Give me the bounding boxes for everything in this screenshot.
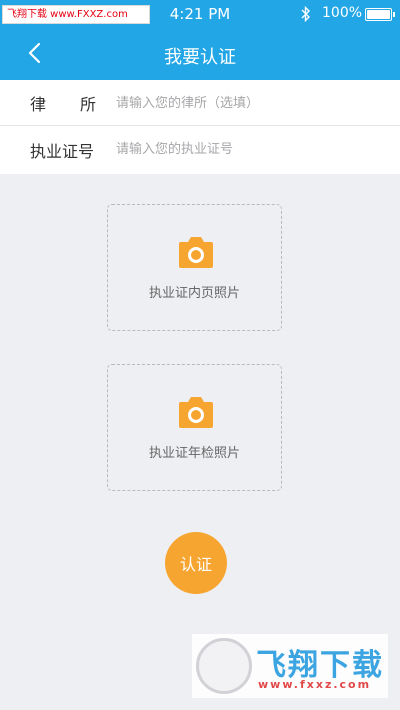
upload-annual-check-photo[interactable]: 执业证年检照片: [107, 364, 282, 491]
verification-form: 律 所 执业证号: [0, 80, 400, 174]
license-label: 执业证号: [30, 142, 95, 161]
upload-annual-check-label: 执业证年检照片: [148, 446, 240, 461]
watermark-emblem-icon: [196, 638, 252, 694]
firm-input[interactable]: [116, 88, 386, 118]
watermark-url: www.fxxz.com: [258, 678, 372, 691]
status-bar: 飞翔下载 www.FXXZ.com 4:21 PM 100%: [0, 0, 400, 28]
watermark-logo: 飞翔下载 www.fxxz.com: [192, 634, 388, 698]
upload-inner-page-photo[interactable]: 执业证内页照片: [107, 204, 282, 331]
license-number-input[interactable]: [116, 134, 386, 164]
battery-icon: [365, 8, 395, 21]
firm-label-char-1: 律: [30, 94, 47, 114]
firm-label-char-2: 所: [79, 94, 96, 114]
upload-inner-page-label: 执业证内页照片: [148, 286, 240, 301]
bluetooth-icon: [301, 6, 310, 22]
page-title: 我要认证: [164, 47, 236, 68]
camera-icon: [179, 397, 213, 428]
camera-icon: [179, 237, 213, 268]
firm-label: 律 所: [30, 80, 96, 125]
firm-row: 律 所: [0, 80, 400, 126]
license-row: 执业证号: [0, 126, 400, 174]
battery-percent: 100%: [322, 5, 363, 21]
verify-button[interactable]: 认证: [165, 532, 227, 594]
